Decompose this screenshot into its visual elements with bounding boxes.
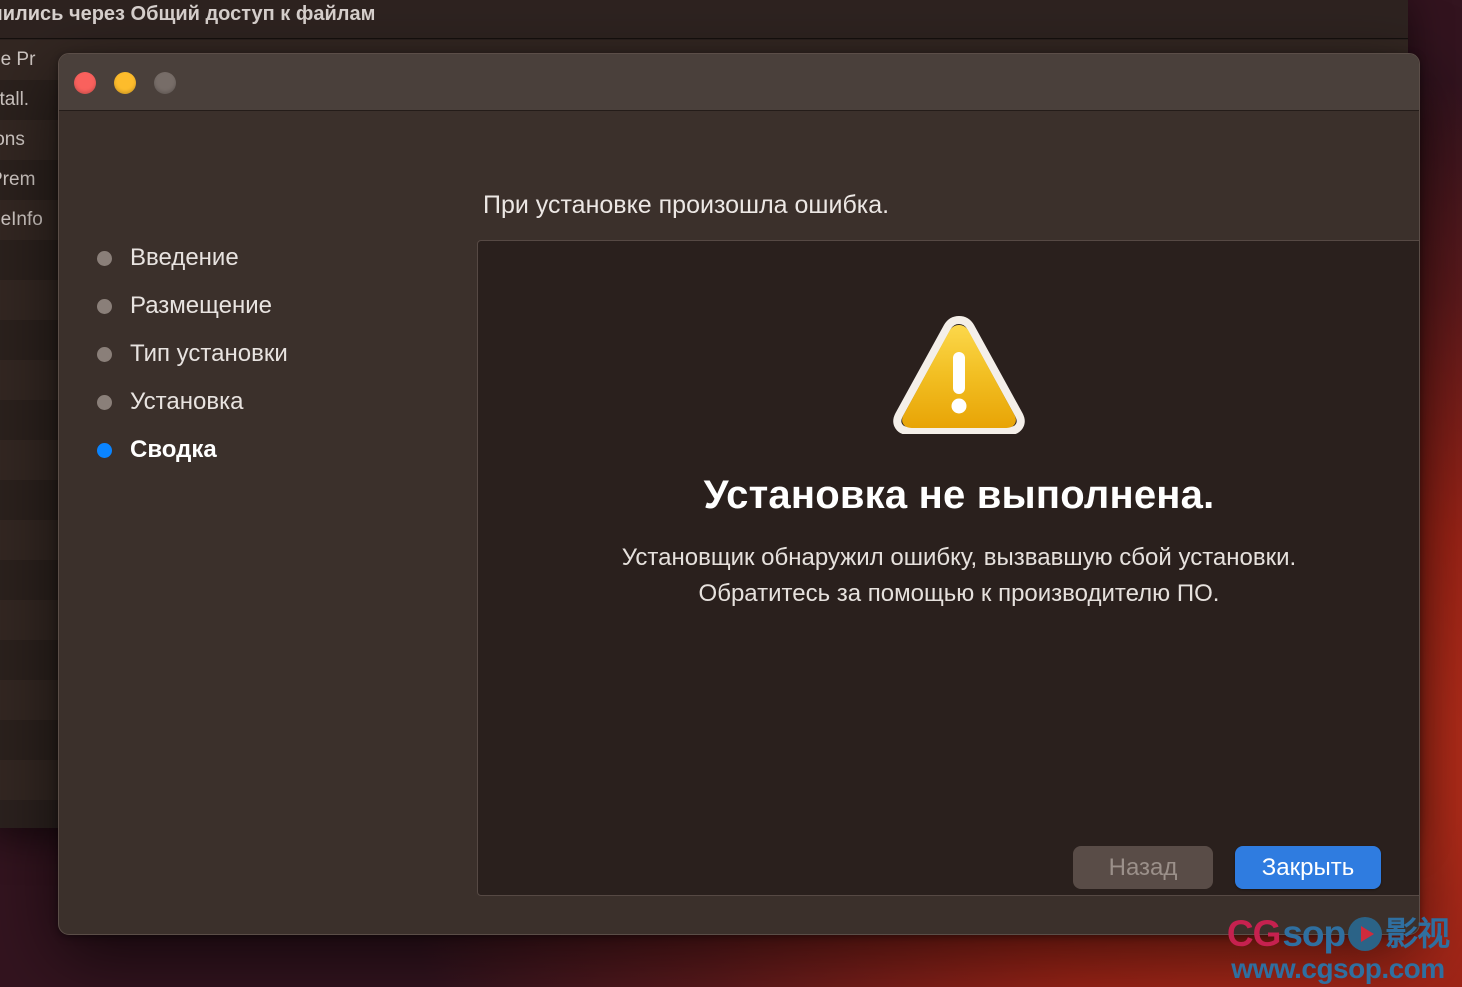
- result-content-box: Установка не выполнена. Установщик обнар…: [477, 240, 1419, 896]
- sidebar-item-destination[interactable]: Размещение: [59, 282, 419, 330]
- sidebar-item-installation[interactable]: Установка: [59, 378, 419, 426]
- zoom-icon: [154, 72, 176, 94]
- watermark-url: www.cgsop.com: [1231, 953, 1445, 984]
- failure-description-line-1: Установщик обнаружил ошибку, вызвавшую с…: [621, 544, 1297, 571]
- warning-triangle-icon: [893, 316, 1025, 434]
- window-controls[interactable]: [74, 72, 176, 94]
- installer-main-pane: При установке произошла ошибка. Установк…: [419, 111, 1419, 934]
- desktop-background: лились через Общий доступ к файлам be Pr…: [0, 0, 1462, 987]
- sidebar-item-label: Размещение: [130, 292, 272, 319]
- installer-footer: Назад Закрыть: [1073, 846, 1381, 889]
- step-bullet-icon: [97, 346, 112, 362]
- failure-title: Установка не выполнена.: [703, 473, 1215, 517]
- sidebar-item-label: Тип установки: [130, 340, 288, 367]
- watermark-brand-cg: CG: [1226, 913, 1281, 954]
- installer-window[interactable]: Введение Размещение Тип установки Устано…: [58, 53, 1420, 935]
- close-button[interactable]: Закрыть: [1235, 846, 1381, 889]
- watermark-brand: CG sop 影视: [1220, 915, 1456, 952]
- sidebar-item-introduction[interactable]: Введение: [59, 234, 419, 282]
- failure-description-line-2: Обратитесь за помощью к производителю ПО…: [698, 580, 1220, 608]
- installer-steps-sidebar: Введение Размещение Тип установки Устано…: [59, 111, 419, 934]
- back-button[interactable]: Назад: [1073, 846, 1213, 889]
- play-icon: [1348, 916, 1383, 951]
- step-bullet-icon: [97, 298, 112, 314]
- sidebar-item-label: Сводка: [130, 436, 217, 463]
- installer-body: Введение Размещение Тип установки Устано…: [59, 111, 1419, 934]
- failure-description: Установщик обнаружил ошибку, вызвавшую с…: [622, 540, 1296, 613]
- close-icon[interactable]: [74, 72, 96, 94]
- sidebar-item-summary[interactable]: Сводка: [59, 426, 419, 474]
- step-bullet-icon: [97, 250, 112, 266]
- sidebar-item-label: Установка: [130, 388, 244, 415]
- sidebar-item-label: Введение: [130, 244, 239, 271]
- sidebar-item-installation-type[interactable]: Тип установки: [59, 330, 419, 378]
- watermark: CG sop 影视 www.cgsop.com: [1220, 915, 1456, 983]
- minimize-icon[interactable]: [114, 72, 136, 94]
- watermark-brand-sop: sop: [1282, 913, 1346, 954]
- installer-titlebar[interactable]: [59, 54, 1419, 111]
- background-window-titlebar: лились через Общий доступ к файлам: [0, 0, 1408, 39]
- watermark-brand-cn: 影视: [1385, 915, 1450, 952]
- page-title: При установке произошла ошибка.: [483, 191, 890, 219]
- step-bullet-icon: [97, 394, 112, 410]
- step-bullet-icon: [97, 442, 112, 458]
- background-window-title: лились через Общий доступ к файлам: [0, 3, 376, 25]
